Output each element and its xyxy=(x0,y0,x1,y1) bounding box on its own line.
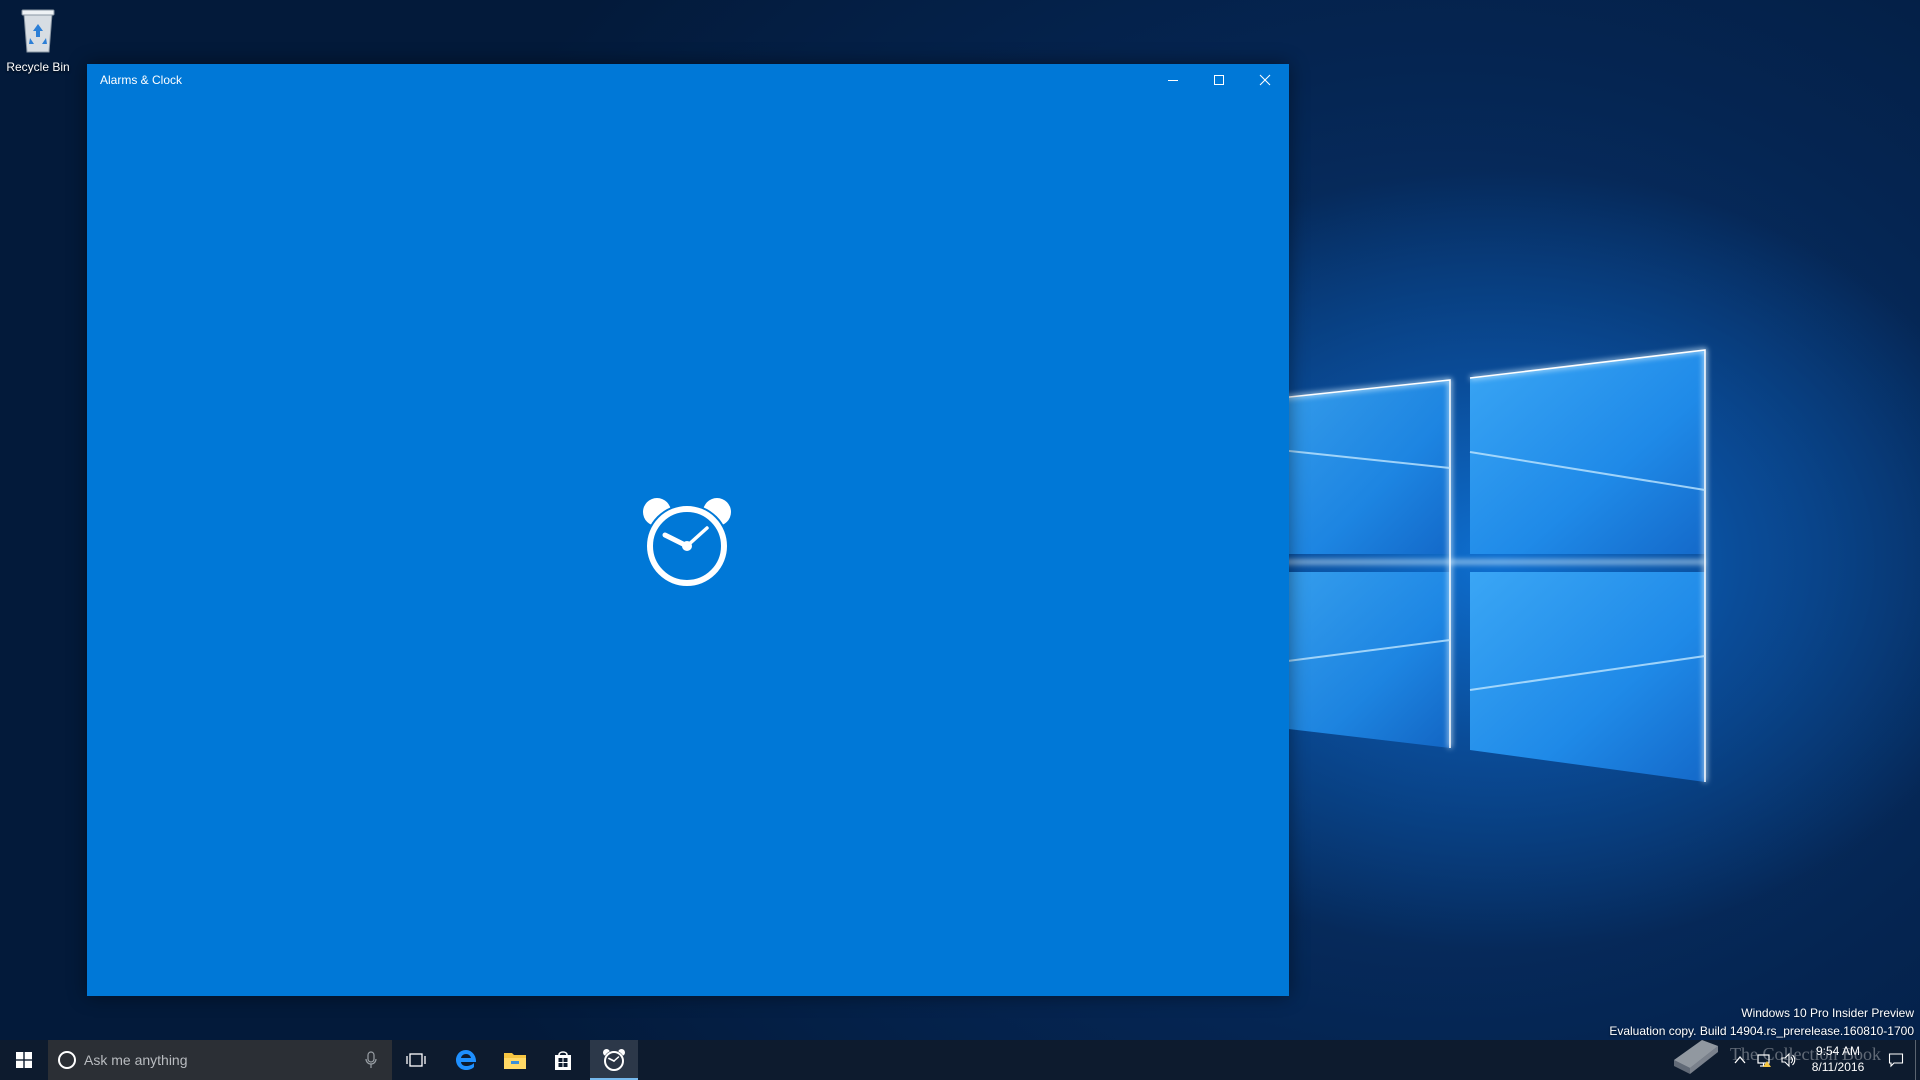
taskbar-store-button[interactable] xyxy=(539,1040,587,1080)
minimize-icon xyxy=(1168,80,1178,81)
alarm-clock-icon xyxy=(603,1049,625,1072)
taskbar-alarms-clock-button[interactable] xyxy=(590,1040,638,1080)
build-watermark: Windows 10 Pro Insider Preview Evaluatio… xyxy=(1609,1004,1914,1040)
app-window[interactable]: Alarms & Clock xyxy=(87,64,1289,996)
store-icon xyxy=(555,1051,571,1070)
taskbar: Ask me anything 9:54 AM 8/11/2016 xyxy=(0,1040,1920,1080)
task-view-button[interactable] xyxy=(392,1040,440,1080)
brand-watermark-text: The Collection Book xyxy=(1730,1044,1881,1064)
notification-icon xyxy=(1888,1053,1904,1068)
book-logo-icon xyxy=(1674,1040,1718,1074)
search-placeholder: Ask me anything xyxy=(84,1052,188,1068)
microphone-icon[interactable] xyxy=(364,1051,378,1069)
desktop-icon-recycle-bin[interactable]: Recycle Bin xyxy=(4,6,72,74)
cortana-search-box[interactable]: Ask me anything xyxy=(48,1040,392,1080)
action-center-button[interactable] xyxy=(1876,1040,1916,1080)
watermark-edition: Windows 10 Pro Insider Preview xyxy=(1741,1006,1914,1020)
desktop-icon-label: Recycle Bin xyxy=(6,60,70,74)
folder-icon xyxy=(504,1053,526,1069)
desktop: Recycle Bin Alarms & Clock Windows 10 Pr… xyxy=(0,0,1920,1080)
maximize-button[interactable] xyxy=(1196,64,1242,96)
windows-logo-icon xyxy=(16,1052,32,1068)
start-button[interactable] xyxy=(0,1040,48,1080)
close-button[interactable] xyxy=(1242,64,1288,96)
close-icon xyxy=(1259,74,1271,86)
edge-icon xyxy=(456,1050,477,1070)
alarm-clock-icon xyxy=(643,498,731,588)
window-title: Alarms & Clock xyxy=(100,73,183,87)
taskbar-edge-button[interactable] xyxy=(442,1040,490,1080)
recycle-bin-icon xyxy=(21,9,55,53)
task-view-icon xyxy=(406,1053,426,1067)
watermark-build: Evaluation copy. Build 14904.rs_prerelea… xyxy=(1609,1024,1914,1038)
windows-hero-logo xyxy=(1279,340,1720,790)
title-bar[interactable]: Alarms & Clock xyxy=(87,64,1289,96)
cortana-icon xyxy=(58,1051,76,1069)
minimize-button[interactable] xyxy=(1150,64,1196,96)
maximize-icon xyxy=(1214,75,1224,85)
show-desktop-button[interactable] xyxy=(1915,1040,1920,1080)
taskbar-file-explorer-button[interactable] xyxy=(491,1040,539,1080)
